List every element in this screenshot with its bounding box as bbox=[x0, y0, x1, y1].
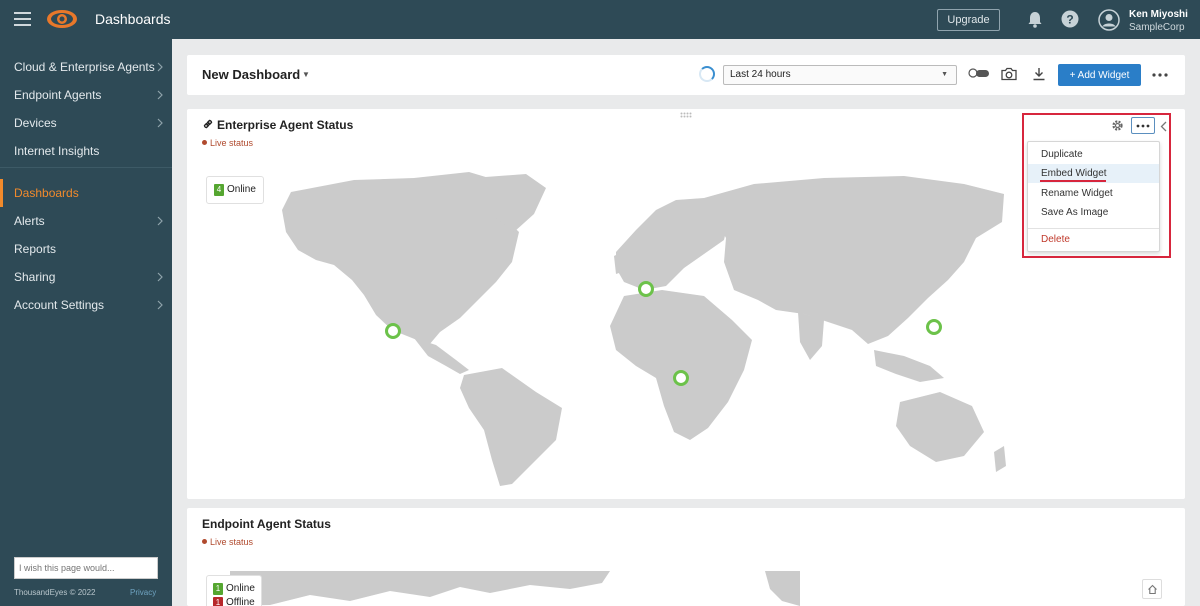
offline-count-badge: 1 bbox=[213, 597, 223, 606]
chevron-right-icon bbox=[157, 62, 163, 72]
sidebar-item-endpoint-agents[interactable]: Endpoint Agents bbox=[0, 81, 172, 109]
sidebar-item-dashboards[interactable]: Dashboards bbox=[0, 179, 172, 207]
online-count-badge: 4 bbox=[214, 184, 224, 196]
time-range-value: Last 24 hours bbox=[730, 69, 791, 80]
user-organization: SampleCorp bbox=[1129, 22, 1185, 33]
loading-spinner-icon bbox=[699, 66, 715, 82]
chevron-right-icon bbox=[157, 300, 163, 310]
status-legend: 1 Online 1 Offline bbox=[206, 575, 262, 606]
chevron-right-icon bbox=[157, 272, 163, 282]
chevron-right-icon bbox=[157, 90, 163, 100]
menu-item-delete[interactable]: Delete bbox=[1028, 230, 1159, 249]
more-options-icon bbox=[1136, 124, 1150, 128]
live-toggle-icon[interactable] bbox=[968, 68, 990, 80]
add-widget-button[interactable]: + Add Widget bbox=[1058, 64, 1141, 86]
sidebar-item-reports[interactable]: Reports bbox=[0, 235, 172, 263]
upgrade-button[interactable]: Upgrade bbox=[937, 9, 1000, 31]
live-status: Live status bbox=[202, 537, 253, 547]
live-status: Live status bbox=[202, 138, 253, 148]
more-options-icon[interactable] bbox=[1152, 73, 1168, 77]
privacy-link[interactable]: Privacy bbox=[130, 588, 156, 597]
sidebar-item-label: Devices bbox=[14, 116, 57, 130]
annotation-underline bbox=[1040, 180, 1106, 182]
online-label: Online bbox=[227, 184, 256, 195]
online-count-badge: 1 bbox=[213, 583, 223, 595]
sidebar-item-label: Sharing bbox=[14, 270, 56, 284]
eye-logo-icon[interactable] bbox=[45, 8, 79, 30]
home-icon bbox=[1148, 584, 1157, 595]
widget-title[interactable]: Endpoint Agent Status bbox=[202, 517, 331, 531]
agent-location-marker[interactable] bbox=[673, 370, 689, 386]
chevron-right-icon bbox=[157, 216, 163, 226]
chevron-right-icon bbox=[157, 118, 163, 128]
dashboard-title[interactable]: New Dashboard bbox=[202, 67, 300, 82]
legend-online: 1 Online bbox=[213, 582, 255, 596]
menu-item-save-as-image[interactable]: Save As Image bbox=[1028, 203, 1159, 222]
sidebar-item-sharing[interactable]: Sharing bbox=[0, 263, 172, 291]
sidebar-item-label: Dashboards bbox=[14, 186, 79, 200]
drag-handle-icon[interactable] bbox=[680, 112, 692, 118]
sidebar-item-alerts[interactable]: Alerts bbox=[0, 207, 172, 235]
widget-endpoint-agent-status: Endpoint Agent Status Live status 1 Onlin… bbox=[187, 508, 1185, 606]
menu-item-rename-widget[interactable]: Rename Widget bbox=[1028, 184, 1159, 203]
sidebar-item-label: Internet Insights bbox=[14, 144, 100, 158]
sidebar-item-label: Endpoint Agents bbox=[14, 88, 102, 102]
live-status-label: Live status bbox=[210, 537, 254, 547]
sidebar-item-account-settings[interactable]: Account Settings bbox=[0, 291, 172, 319]
widget-options-menu: Duplicate Embed Widget Rename Widget Sav… bbox=[1027, 141, 1160, 252]
status-legend: 4 Online bbox=[206, 176, 264, 204]
gear-icon[interactable] bbox=[1111, 119, 1124, 132]
download-icon[interactable] bbox=[1032, 67, 1046, 81]
svg-text:?: ? bbox=[1066, 13, 1073, 27]
top-bar: Dashboards Upgrade ? Ken Miyoshi SampleC… bbox=[0, 0, 1200, 39]
sidebar-item-label: Alerts bbox=[14, 214, 45, 228]
map-home-button[interactable] bbox=[1142, 579, 1162, 599]
sidebar-item-devices[interactable]: Devices bbox=[0, 109, 172, 137]
user-name[interactable]: Ken Miyoshi bbox=[1129, 9, 1188, 20]
chevron-left-icon[interactable] bbox=[1160, 121, 1167, 132]
widget-title[interactable]: Enterprise Agent Status bbox=[217, 118, 353, 132]
agent-location-marker[interactable] bbox=[638, 281, 654, 297]
sidebar: Cloud & Enterprise Agents Endpoint Agent… bbox=[0, 39, 172, 606]
sidebar-divider bbox=[0, 167, 172, 168]
app-title: Dashboards bbox=[95, 11, 171, 27]
sidebar-item-label: Cloud & Enterprise Agents bbox=[14, 60, 155, 74]
sidebar-item-cloud-enterprise-agents[interactable]: Cloud & Enterprise Agents bbox=[0, 53, 172, 81]
dashboard-header: New Dashboard ▼ Last 24 hours ▼ + Add Wi… bbox=[187, 55, 1185, 95]
menu-divider bbox=[1028, 228, 1159, 229]
live-status-dot-icon bbox=[202, 140, 207, 145]
time-range-select[interactable]: Last 24 hours ▼ bbox=[723, 65, 957, 85]
widget-more-options-button[interactable] bbox=[1131, 117, 1155, 134]
camera-icon[interactable] bbox=[1001, 67, 1017, 81]
link-icon bbox=[203, 119, 213, 129]
sidebar-item-internet-insights[interactable]: Internet Insights bbox=[0, 137, 172, 165]
avatar[interactable] bbox=[1098, 9, 1120, 31]
feedback-input[interactable] bbox=[14, 557, 158, 579]
sidebar-item-label: Account Settings bbox=[14, 298, 105, 312]
menu-item-duplicate[interactable]: Duplicate bbox=[1028, 145, 1159, 164]
help-icon[interactable]: ? bbox=[1061, 10, 1079, 28]
world-map bbox=[282, 172, 1006, 486]
copyright-text: ThousandEyes © 2022 bbox=[14, 588, 96, 597]
online-label: Online bbox=[226, 583, 255, 594]
world-map bbox=[230, 571, 800, 606]
agent-location-marker[interactable] bbox=[926, 319, 942, 335]
offline-label: Offline bbox=[226, 597, 255, 606]
dashboard-select-caret-icon[interactable]: ▼ bbox=[302, 70, 310, 79]
bell-icon[interactable] bbox=[1027, 11, 1043, 28]
live-status-label: Live status bbox=[210, 138, 254, 148]
live-status-dot-icon bbox=[202, 539, 207, 544]
agent-location-marker[interactable] bbox=[385, 323, 401, 339]
dropdown-caret-icon: ▼ bbox=[941, 71, 948, 78]
hamburger-menu-icon[interactable] bbox=[14, 12, 31, 26]
sidebar-item-label: Reports bbox=[14, 242, 57, 256]
legend-offline: 1 Offline bbox=[213, 596, 255, 606]
